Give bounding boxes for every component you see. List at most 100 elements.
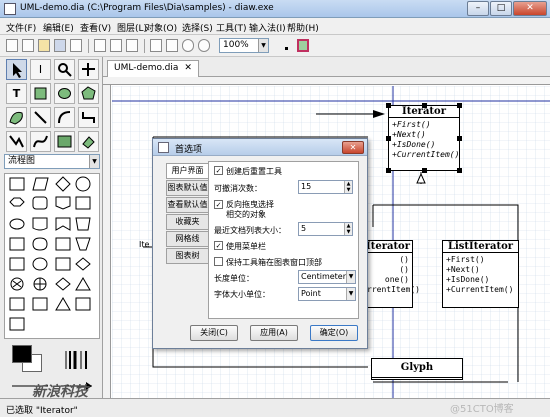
preferences-dialog: 首选项 ✕ 用户界面 图表默认值 查看默认值 收藏夹 网格线 图表树 ✓ 创建后… xyxy=(152,138,368,349)
line-width-icon[interactable] xyxy=(62,349,92,371)
iterator-class[interactable]: Iterator +First() +Next() +IsDone() +Cur… xyxy=(388,105,460,171)
spin-arrows-icon[interactable]: ▲ ▼ xyxy=(344,181,352,193)
operation: rrentItem() xyxy=(367,285,420,294)
box-tool-icon[interactable] xyxy=(30,83,51,104)
selection-handle[interactable] xyxy=(386,103,391,108)
copy-icon[interactable] xyxy=(110,39,122,52)
text-cursor-tool-icon[interactable]: I xyxy=(30,59,51,80)
dialog-title: 首选项 xyxy=(175,145,203,155)
length-unit-select[interactable]: Centimeter ▼ xyxy=(298,270,356,284)
snap-grid-icon[interactable] xyxy=(279,39,291,52)
tab-grid[interactable]: 网格线 xyxy=(166,231,209,247)
new-file-icon[interactable] xyxy=(6,39,18,52)
list-iterator-class[interactable]: ListIterator +First() +Next() +IsDone() … xyxy=(442,240,519,308)
font-unit-select[interactable]: Point ▼ xyxy=(298,287,356,301)
selection-handle[interactable] xyxy=(422,103,427,108)
ok-button[interactable]: 确定(O) xyxy=(310,325,358,341)
menu-help[interactable]: 帮助(H) xyxy=(287,21,319,34)
recent-files-spinner[interactable]: 5 ▲ ▼ xyxy=(298,222,353,236)
magnify-tool-icon[interactable] xyxy=(54,59,75,80)
menubar-checkbox[interactable]: ✓ xyxy=(214,241,223,250)
ellipse-tool-icon[interactable] xyxy=(54,83,75,104)
open-folder-icon[interactable] xyxy=(38,39,50,52)
operation: () xyxy=(399,265,409,274)
polygon-tool-icon[interactable] xyxy=(78,83,99,104)
outline-tool-icon[interactable] xyxy=(78,131,99,152)
menu-edit[interactable]: 编辑(E) xyxy=(43,21,74,34)
sheet-selector-value: 流程图 xyxy=(8,156,36,166)
bezier-tool-icon[interactable] xyxy=(30,131,51,152)
operation: () xyxy=(399,255,409,264)
selection-handle[interactable] xyxy=(422,168,427,173)
dialog-close-button[interactable]: ✕ xyxy=(342,141,364,154)
window-title: UML-demo.dia (C:\Program Files\Dia\sampl… xyxy=(20,3,274,13)
maximize-button[interactable]: □ xyxy=(490,1,512,16)
undo-icon[interactable] xyxy=(150,39,162,52)
print-icon[interactable] xyxy=(70,39,82,52)
chevron-down-icon: ▼ xyxy=(258,39,268,52)
tab-diagram-tree[interactable]: 图表树 xyxy=(166,248,209,264)
operation: +First() xyxy=(392,120,431,129)
menu-select[interactable]: 选择(S) xyxy=(182,21,213,34)
paste-icon[interactable] xyxy=(126,39,138,52)
menu-view[interactable]: 查看(V) xyxy=(80,21,111,34)
reset-tools-checkbox[interactable]: ✓ xyxy=(214,166,223,175)
menu-bar: 文件(F) 编辑(E) 查看(V) 图层(L) 对象(O) 选择(S) 工具(T… xyxy=(0,18,550,35)
operation: +IsDone() xyxy=(392,140,436,149)
class-name: ListIterator xyxy=(443,241,518,253)
save-icon[interactable] xyxy=(54,39,66,52)
menu-input[interactable]: 输入法(I) xyxy=(249,21,286,34)
operation: +CurrentItem() xyxy=(392,150,460,159)
watermark-text: @51CTO博客 xyxy=(450,404,514,415)
flowchart-shapes[interactable] xyxy=(5,174,99,338)
menu-tools[interactable]: 工具(T) xyxy=(216,21,247,34)
tab-diagram-defaults[interactable]: 图表默认值 xyxy=(166,180,209,196)
menu-layers[interactable]: 图层(L) xyxy=(117,21,147,34)
selection-handle[interactable] xyxy=(457,136,462,141)
tab-close-icon[interactable]: ✕ xyxy=(184,63,192,73)
zoom-select[interactable]: 100% ▼ xyxy=(219,38,269,53)
redo-icon[interactable] xyxy=(166,39,178,52)
tab-favorites[interactable]: 收藏夹 xyxy=(166,214,209,230)
close-dialog-button[interactable]: 关闭(C) xyxy=(190,325,238,341)
zoom-out-icon[interactable] xyxy=(198,39,210,52)
undo-spinner[interactable]: 15 ▲ ▼ xyxy=(298,180,353,194)
new-diagram-icon[interactable] xyxy=(22,39,34,52)
spin-arrows-icon[interactable]: ▲ ▼ xyxy=(344,223,352,235)
close-button[interactable]: ✕ xyxy=(513,1,547,16)
zoom-in-icon[interactable] xyxy=(182,39,194,52)
concrete-iterator-class[interactable]: Iterator () () one() rrentItem() xyxy=(363,240,420,308)
sheet-selector[interactable]: 流程图 ▼ xyxy=(4,154,100,169)
image-tool-icon[interactable] xyxy=(54,131,75,152)
foreground-color-swatch[interactable] xyxy=(12,345,32,363)
arc-tool-icon[interactable] xyxy=(54,107,75,128)
reverse-drag-checkbox[interactable]: ✓ xyxy=(214,200,223,209)
beziergon-tool-icon[interactable] xyxy=(6,107,27,128)
minimize-button[interactable]: – xyxy=(467,1,489,16)
toolbar-separator xyxy=(88,39,89,53)
selection-handle[interactable] xyxy=(386,168,391,173)
apply-button[interactable]: 应用(A) xyxy=(250,325,298,341)
keep-tools-checkbox[interactable] xyxy=(214,257,223,266)
cut-icon[interactable] xyxy=(94,39,106,52)
zigzag-tool-icon[interactable] xyxy=(78,107,99,128)
glyph-class[interactable]: Glyph xyxy=(371,358,463,380)
selection-handle[interactable] xyxy=(457,168,462,173)
tab-uml-demo[interactable]: UML-demo.dia ✕ xyxy=(107,60,199,77)
polyline-tool-icon[interactable] xyxy=(6,131,27,152)
tab-user-interface[interactable]: 用户界面 xyxy=(166,163,209,179)
line-tool-icon[interactable] xyxy=(30,107,51,128)
chevron-down-icon: ▼ xyxy=(346,288,355,300)
menu-file[interactable]: 文件(F) xyxy=(6,21,36,34)
selection-handle[interactable] xyxy=(386,136,391,141)
recent-files-label: 最近文档列表大小： xyxy=(214,226,286,235)
toggle-snap-icon[interactable] xyxy=(297,39,309,52)
scroll-tool-icon[interactable] xyxy=(78,59,99,80)
pointer-tool-icon[interactable] xyxy=(6,59,27,80)
operation: +Next() xyxy=(446,265,480,274)
text-tool-icon[interactable]: T xyxy=(6,83,27,104)
menu-objects[interactable]: 对象(O) xyxy=(145,21,177,34)
selection-handle[interactable] xyxy=(457,103,462,108)
tab-view-defaults[interactable]: 查看默认值 xyxy=(166,197,209,213)
zoom-value: 100% xyxy=(223,40,249,50)
